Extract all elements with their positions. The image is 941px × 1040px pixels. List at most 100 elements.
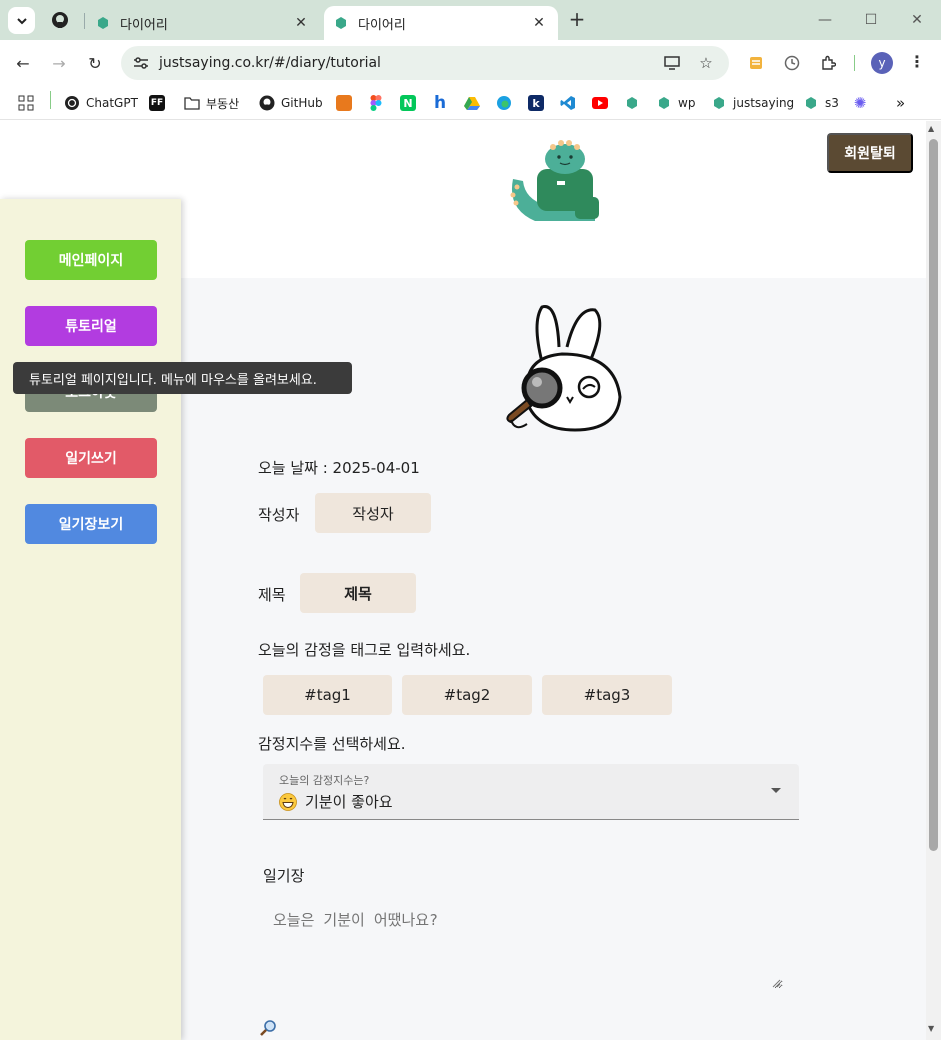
url-text: justsaying.co.kr/#/diary/tutorial [159, 55, 381, 71]
chatgpt-icon [64, 95, 80, 111]
scroll-up-arrow-icon[interactable]: ▲ [928, 124, 934, 133]
extensions-puzzle-icon[interactable] [817, 52, 839, 74]
author-label: 작성자 [258, 506, 300, 524]
tag-field-3[interactable]: #tag3 [542, 675, 672, 715]
github-icon [52, 12, 68, 28]
pinned-tab-github[interactable] [50, 10, 70, 30]
bookmark-label: ChatGPT [86, 96, 138, 110]
github-icon [259, 95, 275, 111]
bookmark-youtube[interactable] [592, 92, 614, 114]
tab-search-button[interactable] [8, 7, 35, 34]
install-app-icon[interactable] [661, 52, 683, 74]
score-prompt: 감정지수를 선택하세요. [258, 735, 406, 753]
folder-icon [184, 95, 200, 111]
menu-kebab-icon[interactable]: ⋮ [906, 52, 928, 74]
bookmark-ff[interactable]: FF [149, 92, 171, 114]
bookmark-naver[interactable]: N [400, 92, 422, 114]
tab-diary-2-active[interactable]: 다이어리 ✕ [324, 6, 558, 40]
author-field[interactable]: 작성자 [315, 493, 431, 533]
vscode-icon [560, 95, 576, 111]
apps-grid-icon[interactable] [18, 92, 34, 114]
clock-extension-icon[interactable] [781, 52, 803, 74]
bookmark-github[interactable]: GitHub [259, 92, 323, 114]
new-tab-button[interactable]: + [566, 9, 588, 31]
k-icon: k [528, 95, 544, 111]
diary-textarea[interactable] [263, 899, 783, 989]
select-value-text: 기분이 좋아요 [305, 793, 393, 811]
title-field[interactable]: 제목 [300, 573, 416, 613]
bookmark-label: 부동산 [206, 96, 240, 111]
tab-title: 다이어리 [358, 17, 406, 33]
tag-field-1[interactable]: #tag1 [263, 675, 392, 715]
more-bookmarks-icon[interactable]: » [896, 92, 905, 114]
bookmark-label: wp [678, 96, 696, 110]
profile-avatar[interactable]: y [871, 52, 893, 74]
tab-title: 다이어리 [120, 17, 168, 33]
emotion-score-select[interactable]: 오늘의 감정지수는? 기분이 좋아요 [263, 764, 799, 820]
scroll-down-arrow-icon[interactable]: ▼ [928, 1024, 934, 1033]
bookmark-figma[interactable] [368, 92, 390, 114]
bookmark-s3[interactable]: s3 [803, 92, 839, 114]
diary-icon [711, 95, 727, 111]
browser-toolbar: ← → ↻ justsaying.co.kr/#/diary/tutorial … [0, 40, 941, 86]
bookmark-vscode[interactable] [560, 92, 582, 114]
address-bar[interactable]: justsaying.co.kr/#/diary/tutorial ☆ [121, 46, 729, 80]
notes-extension-icon[interactable] [745, 52, 767, 74]
minimize-icon[interactable]: — [813, 8, 837, 32]
scrollbar-thumb[interactable] [929, 139, 938, 851]
site-settings-icon[interactable] [131, 53, 151, 73]
maximize-icon[interactable]: ☐ [859, 8, 883, 32]
title-label: 제목 [258, 586, 286, 604]
tab-divider [84, 13, 85, 29]
bookmark-chatgpt[interactable]: ChatGPT [64, 92, 138, 114]
resize-grip-icon[interactable] [771, 978, 781, 988]
forward-arrow-icon[interactable]: → [47, 51, 71, 75]
withdraw-button[interactable]: 회원탈퇴 [827, 133, 913, 173]
bookmark-h[interactable]: h [432, 92, 454, 114]
tab-strip: 다이어리 ✕ 다이어리 ✕ + — ☐ ✕ [0, 0, 941, 40]
diary-icon [624, 95, 640, 111]
grinning-face-icon [279, 792, 297, 811]
diary-favicon-icon [336, 17, 346, 29]
bookmarks-bar: ChatGPT FF 부동산 GitHub N h k wp justsayin… [0, 86, 941, 120]
diary-icon [803, 95, 819, 111]
magnifier-icon[interactable] [259, 1019, 277, 1037]
close-icon[interactable]: ✕ [528, 12, 550, 34]
bookmark-sparkle[interactable]: ✺ [852, 92, 874, 114]
today-date: 오늘 날짜 : 2025-04-01 [258, 459, 420, 477]
toolbar-divider [854, 55, 855, 71]
bookmark-star-icon[interactable]: ☆ [695, 52, 717, 74]
sparkle-icon: ✺ [853, 94, 867, 112]
page-viewport: 회원탈퇴 메인페이지 튜토리얼 로그아웃 일기쓰기 일기장보기 튜토리얼 페이지… [0, 121, 941, 1040]
select-value: 기분이 좋아요 [279, 791, 393, 812]
bookmark-edge[interactable] [496, 92, 518, 114]
naver-icon: N [400, 95, 416, 111]
bookmark-justsaying[interactable]: justsaying [711, 92, 794, 114]
sidebar-item-main[interactable]: 메인페이지 [25, 240, 157, 280]
bookmark-folder-realestate[interactable]: 부동산 [184, 92, 239, 114]
bookmark-diary[interactable] [624, 92, 646, 114]
back-arrow-icon[interactable]: ← [11, 51, 35, 75]
sidebar-item-tutorial[interactable]: 튜토리얼 [25, 306, 157, 346]
chevron-down-icon [16, 17, 27, 24]
bookmark-drive[interactable] [464, 92, 486, 114]
reload-icon[interactable]: ↻ [83, 51, 107, 75]
close-icon[interactable]: ✕ [290, 12, 312, 34]
tag-field-2[interactable]: #tag2 [402, 675, 532, 715]
diary-icon [656, 95, 672, 111]
sidebar-item-write[interactable]: 일기쓰기 [25, 438, 157, 478]
dinosaur-logo-icon[interactable] [505, 139, 605, 229]
h-icon: h [433, 93, 447, 113]
bookmark-divider [50, 91, 51, 109]
bookmark-label: s3 [825, 96, 839, 110]
drive-icon [464, 95, 480, 111]
bookmark-wp[interactable]: wp [656, 92, 695, 114]
window-close-icon[interactable]: ✕ [905, 8, 929, 32]
tab-diary-1[interactable]: 다이어리 ✕ [86, 6, 320, 40]
bookmark-orange[interactable] [336, 92, 358, 114]
youtube-icon [592, 95, 608, 111]
sidebar-item-view-diaries[interactable]: 일기장보기 [25, 504, 157, 544]
edge-icon [496, 95, 512, 111]
bookmark-k[interactable]: k [528, 92, 550, 114]
dropdown-arrow-icon[interactable] [771, 788, 781, 793]
